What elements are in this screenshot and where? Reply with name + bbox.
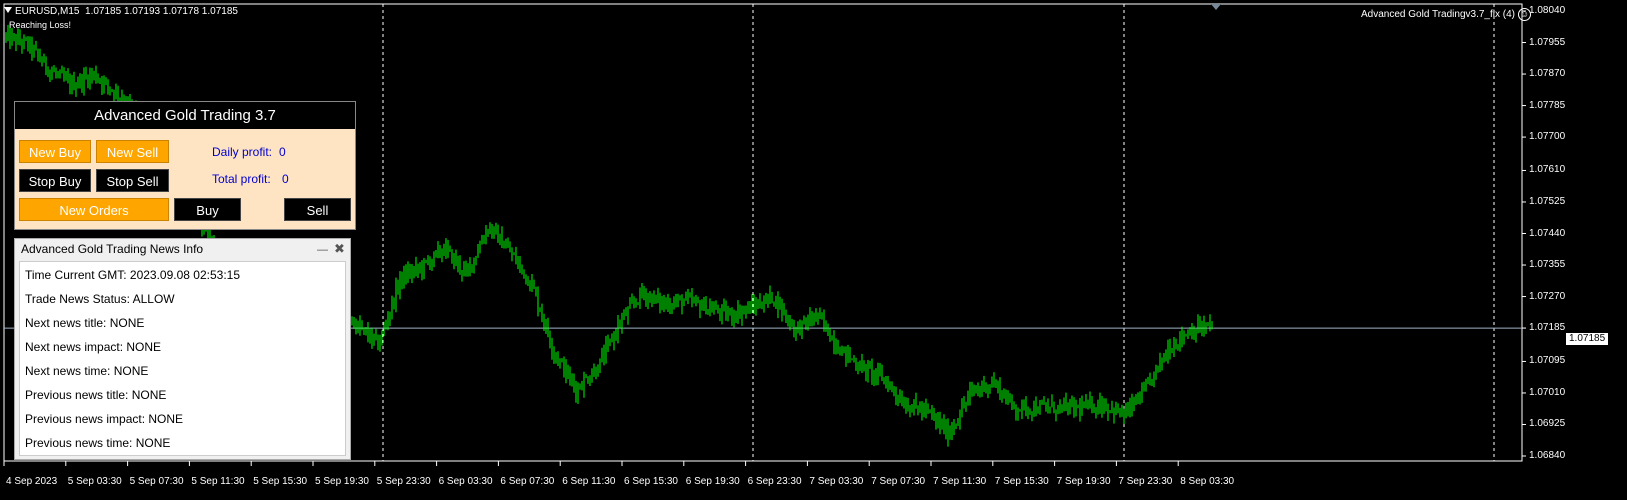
total-profit-value: 0 <box>282 172 289 186</box>
ea-name: Advanced Gold Tradingv3.7_fix (4) <box>1361 9 1515 20</box>
shift-marker-icon <box>1211 4 1221 10</box>
trade-panel-title: Advanced Gold Trading 3.7 <box>15 102 355 129</box>
total-profit-label: Total profit: <box>212 172 271 186</box>
buy-button[interactable]: Buy <box>174 198 241 221</box>
time-axis-label: 6 Sep 19:30 <box>685 476 740 487</box>
price-axis-label: 1.08040 <box>1529 5 1566 16</box>
time-axis-label: 6 Sep 07:30 <box>500 476 555 487</box>
price-axis-label: 1.07440 <box>1529 227 1566 239</box>
price-axis-label: 1.07610 <box>1529 164 1566 176</box>
news-line-prev-time: Previous news time: NONE <box>25 436 171 450</box>
sell-button[interactable]: Sell <box>284 198 351 221</box>
dropdown-triangle-icon[interactable] <box>4 7 12 13</box>
time-axis-label: 5 Sep 23:30 <box>376 476 431 487</box>
new-buy-button[interactable]: New Buy <box>19 140 91 163</box>
time-axis-label: 6 Sep 11:30 <box>562 476 616 487</box>
stop-buy-button[interactable]: Stop Buy <box>19 169 91 192</box>
current-price-label: 1.07185 <box>1566 333 1609 345</box>
news-line-next-title: Next news title: NONE <box>25 316 145 330</box>
price-axis-label: 1.07700 <box>1529 131 1566 143</box>
minimize-icon[interactable]: — <box>317 244 328 256</box>
time-axis-label: 5 Sep 03:30 <box>67 476 122 487</box>
price-axis-label: 1.06925 <box>1529 418 1566 430</box>
time-axis-label: 5 Sep 11:30 <box>191 476 245 487</box>
daily-profit-value: 0 <box>279 145 286 159</box>
price-axis-label: 1.07955 <box>1529 36 1566 48</box>
ohlc-values: 1.07185 1.07193 1.07178 1.07185 <box>85 6 238 17</box>
price-axis-label: 1.07010 <box>1529 386 1566 398</box>
news-line-status: Trade News Status: ALLOW <box>25 292 175 306</box>
close-icon[interactable]: ✖ <box>334 241 345 257</box>
daily-profit-label: Daily profit: <box>212 145 273 159</box>
price-axis-label: 1.07870 <box>1529 68 1566 80</box>
time-axis-label: 6 Sep 23:30 <box>747 476 802 487</box>
news-line-time: Time Current GMT: 2023.09.08 02:53:15 <box>25 268 241 282</box>
new-orders-button[interactable]: New Orders <box>19 198 169 221</box>
time-axis-label: 7 Sep 11:30 <box>933 476 987 487</box>
time-axis-label: 5 Sep 07:30 <box>129 476 184 487</box>
time-axis-label: 7 Sep 07:30 <box>871 476 926 487</box>
price-axis-label: 1.07525 <box>1529 195 1566 207</box>
time-axis-label: 6 Sep 15:30 <box>624 476 678 487</box>
time-axis-label: 6 Sep 03:30 <box>438 476 493 487</box>
time-axis-label: 7 Sep 23:30 <box>1118 476 1173 487</box>
symbol-name: EURUSD,M15 <box>15 6 80 17</box>
new-sell-button[interactable]: New Sell <box>96 140 169 163</box>
news-panel: Advanced Gold Trading News Info — ✖ Time… <box>14 238 351 460</box>
time-axis-label: 5 Sep 19:30 <box>315 476 369 487</box>
time-axis-label: 7 Sep 03:30 <box>809 476 864 487</box>
time-axis-label: 7 Sep 19:30 <box>1056 476 1111 487</box>
news-content: Time Current GMT: 2023.09.08 02:53:15 Tr… <box>19 261 346 456</box>
price-axis-label: 1.07785 <box>1529 99 1566 111</box>
time-axis-label: 4 Sep 2023 <box>6 476 58 487</box>
price-axis-label: 1.07095 <box>1529 355 1566 367</box>
status-text: Reaching Loss! <box>9 20 72 30</box>
news-line-next-time: Next news time: NONE <box>25 364 149 378</box>
news-line-prev-title: Previous news title: NONE <box>25 388 167 402</box>
price-axis-label: 1.07355 <box>1529 259 1566 271</box>
time-axis-label: 8 Sep 03:30 <box>1180 476 1235 487</box>
price-axis-label: 1.07185 <box>1529 322 1566 334</box>
news-panel-title: Advanced Gold Trading News Info <box>21 242 204 256</box>
time-axis-label: 7 Sep 15:30 <box>994 476 1049 487</box>
symbol-header: EURUSD,M15 1.07185 1.07193 1.07178 1.071… <box>4 6 238 17</box>
trade-panel: Advanced Gold Trading 3.7 New Buy New Se… <box>14 101 356 230</box>
time-axis-label: 5 Sep 15:30 <box>253 476 308 487</box>
stop-sell-button[interactable]: Stop Sell <box>96 169 169 192</box>
price-axis-label: 1.06840 <box>1529 450 1566 461</box>
news-line-prev-impact: Previous news impact: NONE <box>25 412 184 426</box>
price-axis-label: 1.07270 <box>1529 290 1566 302</box>
news-line-next-impact: Next news impact: NONE <box>25 340 162 354</box>
